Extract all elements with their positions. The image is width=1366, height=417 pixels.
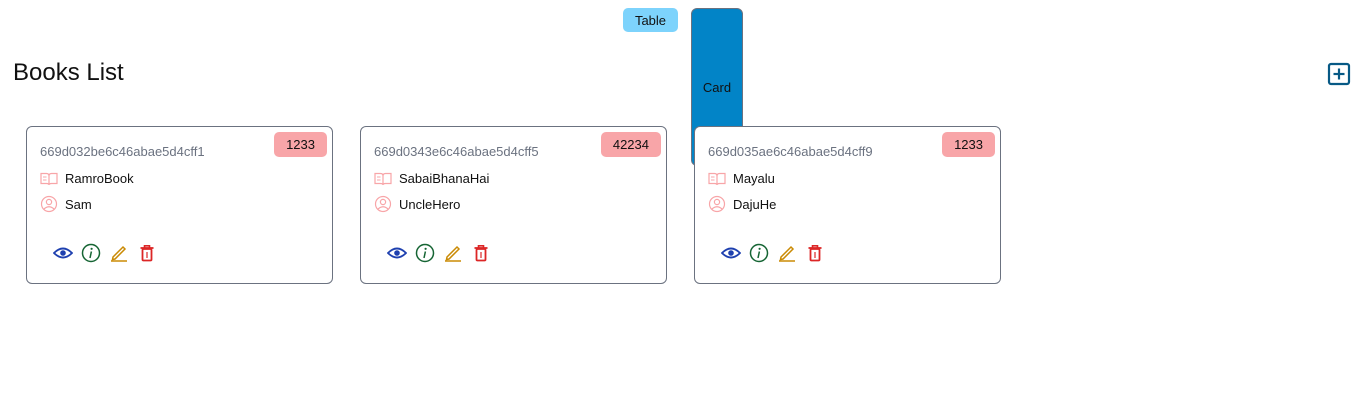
delete-button[interactable] (805, 243, 825, 263)
book-id: 669d0343e6c46abae5d4cff5 (374, 144, 539, 159)
book-author-row: Sam (40, 195, 92, 213)
book-author: Sam (65, 196, 92, 212)
table-view-button[interactable]: Table (623, 8, 678, 32)
book-open-icon (374, 172, 392, 185)
book-title: Mayalu (733, 171, 775, 186)
pencil-icon (111, 245, 127, 262)
book-year-badge: 42234 (600, 132, 661, 157)
book-year-badge: 1233 (942, 132, 995, 157)
book-title: RamroBook (65, 171, 134, 186)
book-id: 669d032be6c46abae5d4cff1 (40, 144, 205, 159)
eye-icon (387, 247, 407, 259)
page-title: Books List (13, 59, 124, 86)
pencil-icon (445, 245, 461, 262)
add-book-button[interactable] (1327, 62, 1351, 86)
book-title-row: Mayalu (708, 171, 775, 186)
eye-icon (53, 247, 73, 259)
book-card-list: 669d032be6c46abae5d4cff1 1233 RamroBook … (26, 126, 1001, 284)
book-author: DajuHe (733, 196, 777, 212)
info-button[interactable] (81, 243, 101, 263)
user-circle-icon (40, 195, 58, 213)
book-card: 669d0343e6c46abae5d4cff5 42234 SabaiBhan… (360, 126, 667, 284)
edit-button[interactable] (443, 243, 463, 263)
book-id: 669d035ae6c46abae5d4cff9 (708, 144, 873, 159)
book-card: 669d035ae6c46abae5d4cff9 1233 Mayalu Daj… (694, 126, 1001, 284)
book-open-icon (40, 172, 58, 185)
info-icon (81, 243, 101, 263)
pencil-icon (779, 245, 795, 262)
book-title: SabaiBhanaHai (399, 171, 490, 186)
delete-button[interactable] (471, 243, 491, 263)
delete-button[interactable] (137, 243, 157, 263)
book-author-row: UncleHero (374, 195, 460, 213)
plus-square-icon (1327, 62, 1351, 86)
user-circle-icon (708, 195, 726, 213)
card-actions (721, 243, 825, 263)
book-author-row: DajuHe (708, 195, 776, 213)
view-button[interactable] (387, 243, 407, 263)
book-title-row: RamroBook (40, 171, 134, 186)
info-button[interactable] (749, 243, 769, 263)
book-year-badge: 1233 (274, 132, 327, 157)
view-button[interactable] (721, 243, 741, 263)
edit-button[interactable] (109, 243, 129, 263)
view-button[interactable] (53, 243, 73, 263)
book-card: 669d032be6c46abae5d4cff1 1233 RamroBook … (26, 126, 333, 284)
eye-icon (721, 247, 741, 259)
user-circle-icon (374, 195, 392, 213)
card-actions (387, 243, 491, 263)
trash-icon (140, 245, 154, 262)
info-icon (415, 243, 435, 263)
info-icon (749, 243, 769, 263)
trash-icon (474, 245, 488, 262)
card-actions (53, 243, 157, 263)
trash-icon (808, 245, 822, 262)
info-button[interactable] (415, 243, 435, 263)
edit-button[interactable] (777, 243, 797, 263)
book-author: UncleHero (399, 196, 461, 212)
book-title-row: SabaiBhanaHai (374, 171, 489, 186)
book-open-icon (708, 172, 726, 185)
